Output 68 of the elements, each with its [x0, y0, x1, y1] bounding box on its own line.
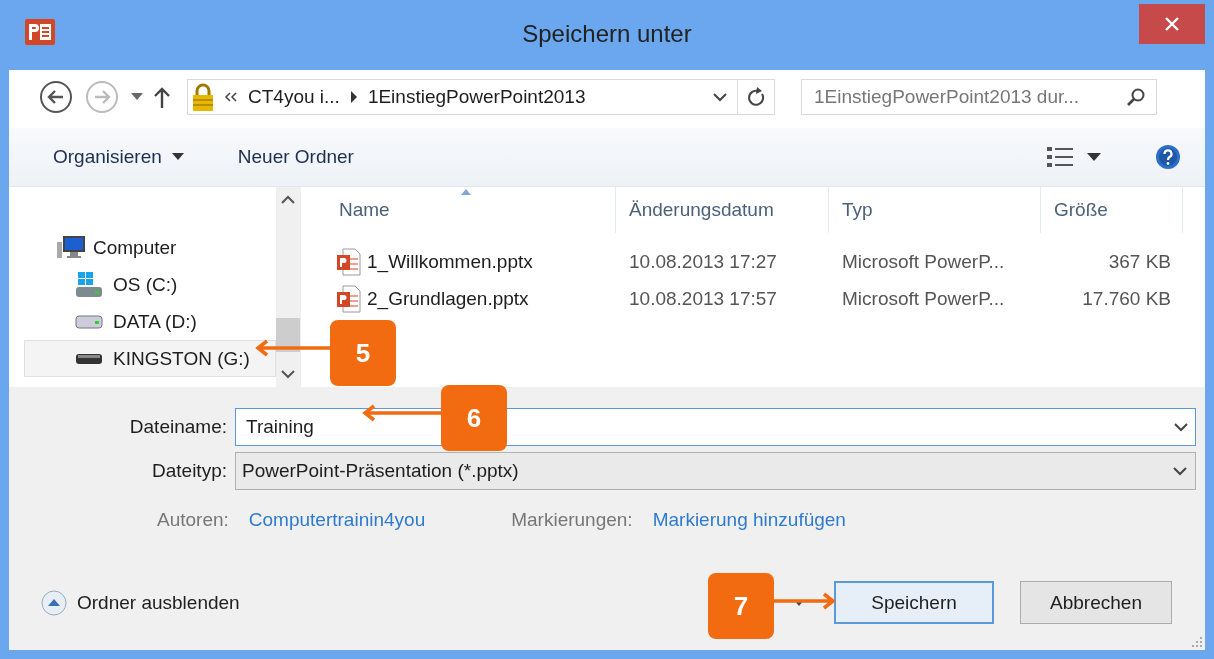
- hide-folders-button[interactable]: Ordner ausblenden: [41, 589, 240, 616]
- filetype-dropdown[interactable]: PowerPoint-Präsentation (*.pptx): [235, 452, 1196, 490]
- chevron-icon[interactable]: [349, 91, 358, 103]
- dropdown-icon[interactable]: [713, 92, 727, 102]
- lock-icon: [192, 83, 214, 111]
- table-cell-text: 17.760 KB: [1081, 287, 1172, 310]
- file-row[interactable]: 1_Willkommen.pptx 10.08.2013 17:27 Microsoft PowerP... 367 KB: [301, 243, 1205, 280]
- caret-icon[interactable]: [131, 93, 143, 101]
- scroll-up-icon[interactable]: [281, 195, 295, 204]
- meta-label: Markierungen:: [511, 509, 633, 531]
- presentation-file-icon: [337, 284, 361, 313]
- file-name: 1_Willkommen.pptx: [367, 250, 533, 273]
- help-icon[interactable]: [1155, 144, 1181, 170]
- computer-icon: [57, 235, 85, 260]
- tree-item[interactable]: Computer: [25, 229, 276, 266]
- breadcrumb[interactable]: CT4you i...: [248, 86, 340, 108]
- field-label: Dateiname:: [128, 416, 227, 438]
- dropdown-icon: [1173, 466, 1187, 476]
- system-drive-icon: [75, 271, 103, 298]
- column-header[interactable]: Größe: [1041, 187, 1183, 233]
- table-cell-text: 10.08.2013 17:27: [628, 250, 778, 273]
- scrollbar[interactable]: [276, 187, 300, 387]
- column-header[interactable]: Änderungsdatum: [616, 187, 829, 233]
- table-cell-text: Microsoft PowerP...: [841, 250, 1006, 273]
- file-row[interactable]: 2_Grundlagen.pptx 10.08.2013 17:57 Microsoft PowerP... 17.760 KB: [301, 280, 1205, 317]
- search-icon: [1126, 87, 1146, 107]
- meta-label: Autoren:: [157, 509, 229, 531]
- dialog-button[interactable]: Abbrechen: [1020, 581, 1172, 624]
- drive-icon: [75, 314, 103, 329]
- column-header[interactable]: Typ: [829, 187, 1041, 233]
- meta-link[interactable]: Computertrainin4you: [248, 509, 426, 531]
- sort-icon: [461, 189, 471, 195]
- address-bar[interactable]: CT4you i... 1EinstiegPowerPoint2013: [187, 79, 775, 115]
- tree-item[interactable]: DATA (D:): [25, 303, 276, 340]
- tree-item[interactable]: OS (C:): [25, 266, 276, 303]
- app-icon: [25, 19, 55, 45]
- drive-icon: [75, 352, 103, 365]
- search-field[interactable]: 1EinstiegPowerPoint2013 dur...: [801, 79, 1157, 115]
- breadcrumb[interactable]: 1EinstiegPowerPoint2013: [367, 86, 586, 108]
- presentation-file-icon: [337, 247, 361, 276]
- tree-item[interactable]: KINGSTON (G:): [24, 340, 276, 377]
- arrow: [774, 593, 836, 609]
- toolbar-button[interactable]: Organisieren: [45, 142, 192, 172]
- close-button[interactable]: [1139, 4, 1205, 44]
- collapse-icon: [41, 589, 67, 616]
- step-badge: 5: [330, 320, 396, 386]
- caret-icon[interactable]: [1087, 152, 1101, 162]
- toolbar-button[interactable]: Neuer Ordner: [229, 142, 362, 172]
- meta-link[interactable]: Markierung hinzufügen: [652, 509, 846, 531]
- up-arrow-icon[interactable]: [153, 86, 171, 108]
- scroll-down-icon[interactable]: [281, 370, 295, 379]
- step-badge: 6: [441, 385, 507, 451]
- dialog-button[interactable]: Speichern: [834, 581, 994, 624]
- view-list-icon[interactable]: [1047, 146, 1073, 168]
- dropdown-icon[interactable]: [1174, 423, 1188, 432]
- table-cell-text: 10.08.2013 17:57: [628, 287, 778, 310]
- step-badge: 7: [708, 573, 774, 639]
- file-name: 2_Grundlagen.pptx: [367, 287, 529, 310]
- resize-grip-icon[interactable]: [1191, 636, 1203, 648]
- table-cell-text: Microsoft PowerP...: [841, 287, 1006, 310]
- overflow-chevron-icon: [224, 92, 238, 102]
- window-title: Speichern unter: [521, 20, 693, 48]
- refresh-icon[interactable]: [748, 87, 766, 107]
- table-cell-text: 367 KB: [1107, 250, 1172, 273]
- back-icon[interactable]: [39, 80, 73, 114]
- field-label: Dateityp:: [151, 460, 227, 482]
- caret-icon: [171, 153, 184, 161]
- close-icon: [1165, 17, 1179, 31]
